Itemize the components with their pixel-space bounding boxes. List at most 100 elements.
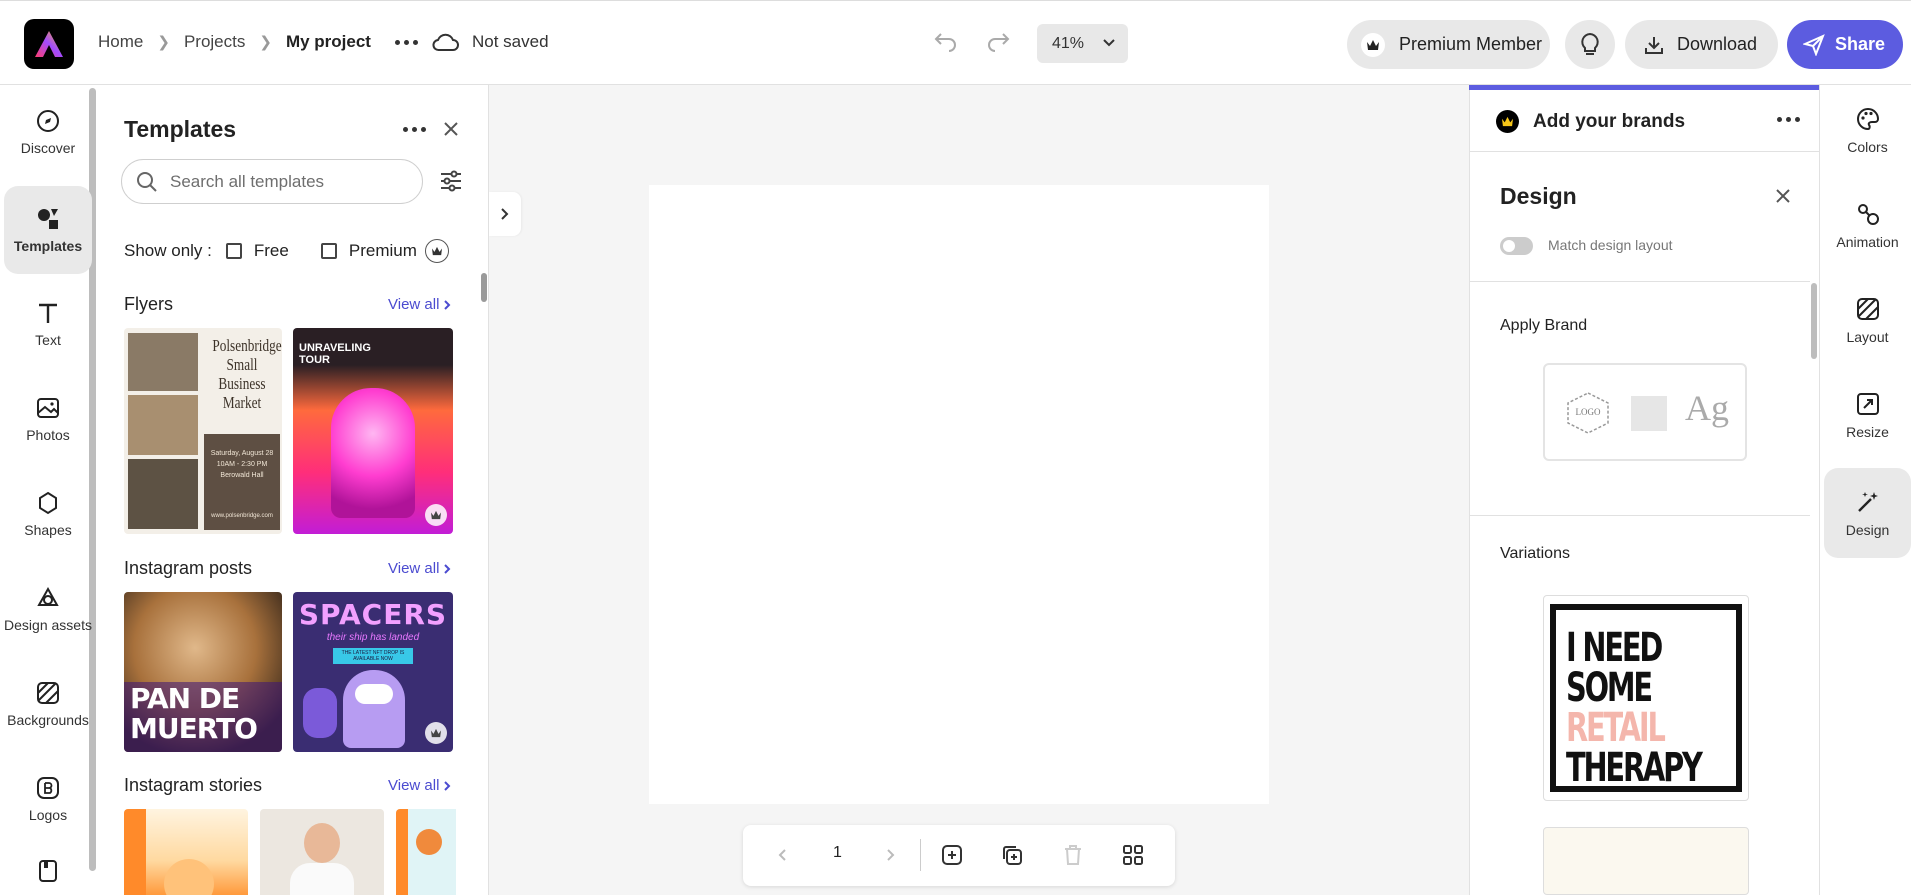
match-layout-toggle[interactable]: [1500, 237, 1533, 255]
duplicate-page-icon[interactable]: [1000, 843, 1024, 867]
design-panel-scrollbar[interactable]: [1811, 283, 1817, 359]
apply-brand-card[interactable]: LOGO Ag: [1543, 363, 1747, 461]
view-all-label: View all: [388, 560, 440, 577]
share-button[interactable]: Share: [1787, 20, 1903, 69]
chevron-left-icon[interactable]: [777, 847, 787, 863]
rail-item-discover[interactable]: Discover: [4, 88, 92, 176]
flyer-title: UNRAVELING TOUR: [299, 342, 371, 366]
section-title-flyers: Flyers: [124, 294, 173, 314]
rail-item-resize[interactable]: Resize: [1824, 370, 1911, 460]
view-all-label: View all: [388, 296, 440, 313]
match-layout-label: Match design layout: [1548, 237, 1673, 253]
cloud-icon: [432, 33, 459, 51]
breadcrumb-current[interactable]: My project: [286, 32, 371, 52]
variation-card[interactable]: I NEED SOME RETAIL THERAPY: [1543, 595, 1749, 801]
rail-item-layout[interactable]: Layout: [1824, 275, 1911, 365]
search-input[interactable]: Search all templates: [121, 159, 423, 204]
chevron-right-icon: [444, 780, 451, 791]
rail-item-logos[interactable]: Logos: [4, 755, 92, 843]
rail-label: Layout: [1846, 328, 1889, 345]
rail-item-shapes[interactable]: Shapes: [4, 470, 92, 558]
premium-checkbox[interactable]: [320, 243, 337, 259]
logo-placeholder-text: LOGO: [1575, 407, 1601, 417]
post-title: PAN DE MUERTO: [130, 682, 258, 745]
design-title: Design: [1500, 183, 1577, 209]
template-thumb-story-planet[interactable]: [396, 809, 456, 895]
collapse-panel-button[interactable]: [489, 192, 521, 236]
rail-item-design[interactable]: Design: [1824, 468, 1911, 558]
astronaut-illustration: [331, 388, 415, 518]
design-assets-icon: [37, 586, 59, 606]
brands-more-icon[interactable]: [1777, 117, 1800, 122]
download-button[interactable]: Download: [1625, 20, 1778, 69]
rail-item-more[interactable]: [4, 858, 92, 895]
photo-icon: [37, 398, 59, 418]
photo-tile: [128, 459, 198, 529]
undo-icon[interactable]: [932, 28, 960, 54]
magic-wand-icon: [1857, 491, 1878, 512]
premium-label[interactable]: Premium: [349, 241, 417, 261]
adobe-express-icon: [35, 31, 63, 57]
rail-item-design-assets[interactable]: Design assets: [4, 565, 92, 653]
view-all-flyers[interactable]: View all: [388, 296, 451, 313]
add-brands-header[interactable]: Add your brands: [1496, 110, 1685, 133]
text-icon: [39, 303, 57, 323]
rail-label: Shapes: [24, 522, 72, 538]
breadcrumb-home[interactable]: Home: [98, 32, 143, 52]
template-thumb-post-spacers[interactable]: SPACERS their ship has landed THE LATEST…: [293, 592, 453, 752]
share-label: Share: [1835, 34, 1886, 54]
zoom-dropdown[interactable]: 41%: [1037, 24, 1128, 63]
search-placeholder: Search all templates: [170, 171, 325, 191]
template-thumb-post-pan[interactable]: PAN DE MUERTO: [124, 592, 282, 752]
rail-item-colors[interactable]: Colors: [1824, 85, 1911, 175]
breadcrumb-projects[interactable]: Projects: [184, 32, 245, 52]
more-options-icon[interactable]: [394, 39, 418, 45]
rail-item-text[interactable]: Text: [4, 280, 92, 368]
app-logo[interactable]: [24, 19, 74, 69]
color-swatch-placeholder: [1631, 396, 1667, 431]
view-all-instagram-posts[interactable]: View all: [388, 560, 451, 577]
premium-member-button[interactable]: Premium Member: [1347, 20, 1550, 69]
template-thumb-story-sun[interactable]: [124, 809, 248, 895]
rail-item-templates[interactable]: Templates: [4, 186, 92, 274]
panel-more-icon[interactable]: [403, 127, 426, 132]
rail-label: Animation: [1836, 233, 1899, 250]
canvas-page[interactable]: [649, 185, 1269, 804]
crown-icon: [425, 722, 447, 744]
redo-icon[interactable]: [984, 28, 1012, 54]
top-bar: Home ❯ Projects ❯ My project Not saved 4…: [0, 0, 1911, 85]
compass-icon: [37, 110, 59, 132]
template-thumb-flyer-tour[interactable]: UNRAVELING TOUR: [293, 328, 453, 534]
show-only-filter: Show only : Free Premium: [124, 239, 449, 263]
search-icon: [137, 171, 157, 192]
crown-icon: [1361, 32, 1385, 57]
free-label[interactable]: Free: [254, 241, 289, 261]
grid-view-icon[interactable]: [1121, 843, 1145, 867]
view-all-instagram-stories[interactable]: View all: [388, 777, 451, 794]
rail-label: Logos: [28, 807, 68, 823]
template-thumb-flyer-market[interactable]: Polsenbridge Small Business Market Satur…: [124, 328, 282, 534]
chevron-right-icon[interactable]: [886, 847, 896, 863]
brands-title: Add your brands: [1533, 110, 1686, 132]
save-status-text: Not saved: [472, 32, 549, 51]
variation-card[interactable]: [1543, 827, 1749, 895]
apply-brand-label: Apply Brand: [1500, 317, 1588, 334]
chevron-right-icon: [501, 208, 509, 220]
delete-page-icon[interactable]: [1061, 843, 1085, 867]
rail-item-photos[interactable]: Photos: [4, 375, 92, 463]
template-thumb-story-child[interactable]: [260, 809, 384, 895]
filter-icon[interactable]: [439, 169, 463, 193]
panel-scrollbar[interactable]: [481, 273, 487, 302]
inspiration-button[interactable]: [1565, 20, 1615, 69]
close-icon[interactable]: [442, 120, 460, 138]
add-page-icon[interactable]: [940, 843, 964, 867]
close-icon[interactable]: [1774, 187, 1792, 205]
free-checkbox[interactable]: [225, 243, 242, 259]
rail-label: Backgrounds: [7, 712, 89, 728]
flyer-info-box: Saturday, August 28 10AM - 2:30 PM Berow…: [204, 434, 280, 530]
rail-item-backgrounds[interactable]: Backgrounds: [4, 660, 92, 748]
show-only-label: Show only :: [124, 241, 212, 260]
chevron-right-icon: [444, 299, 451, 310]
rail-item-animation[interactable]: Animation: [1824, 180, 1911, 270]
chevron-down-icon: [1103, 39, 1115, 47]
